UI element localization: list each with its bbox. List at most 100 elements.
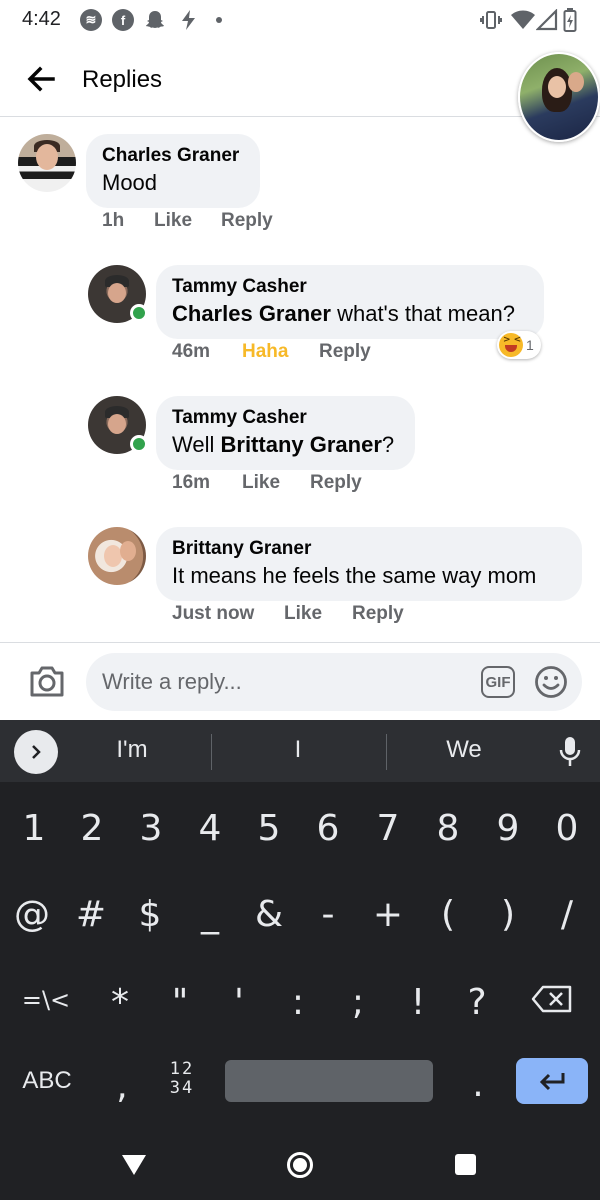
reply-composer: GIF bbox=[0, 642, 600, 720]
online-indicator bbox=[130, 304, 148, 322]
flash-icon bbox=[178, 9, 200, 31]
comment-text: Mood bbox=[102, 170, 158, 195]
suggestion-item[interactable]: We bbox=[389, 736, 539, 764]
haha-button[interactable]: Haha bbox=[242, 341, 288, 363]
avatar[interactable] bbox=[18, 134, 76, 192]
chat-head-avatar[interactable] bbox=[518, 52, 600, 142]
key-single-quote[interactable]: ' bbox=[209, 982, 269, 1023]
key-6[interactable]: 6 bbox=[298, 808, 358, 849]
comment-time: 46m bbox=[172, 341, 211, 362]
expand-toolbar-button[interactable] bbox=[14, 730, 58, 774]
comment-text: It means he feels the same way mom bbox=[172, 563, 537, 588]
spotify-icon: ≋ bbox=[80, 9, 102, 31]
camera-button[interactable] bbox=[28, 665, 66, 699]
like-button[interactable]: Like bbox=[242, 472, 280, 494]
key-period[interactable]: . bbox=[448, 1064, 508, 1105]
key-7[interactable]: 7 bbox=[358, 808, 418, 849]
comment-author[interactable]: Brittany Graner bbox=[172, 537, 566, 561]
comment-time: 16m bbox=[172, 472, 211, 493]
key-plus[interactable]: + bbox=[358, 894, 418, 935]
reply-button[interactable]: Reply bbox=[221, 210, 273, 232]
key-more-symbols[interactable]: =\< bbox=[16, 986, 76, 1014]
like-button[interactable]: Like bbox=[154, 210, 192, 232]
suggestion-divider bbox=[211, 734, 212, 770]
key-3[interactable]: 3 bbox=[121, 808, 181, 849]
comment-time: 1h bbox=[102, 210, 125, 231]
wifi-icon bbox=[510, 8, 536, 32]
like-button[interactable]: Like bbox=[284, 603, 322, 625]
comment-actions: 16m Like Reply bbox=[0, 472, 600, 498]
back-button[interactable] bbox=[24, 62, 58, 96]
comment-bubble[interactable]: Charles Graner Mood bbox=[86, 134, 260, 208]
key-at[interactable]: @ bbox=[2, 894, 62, 935]
key-close-paren[interactable]: ) bbox=[478, 894, 538, 935]
comment-bubble[interactable]: Brittany Graner It means he feels the sa… bbox=[156, 527, 582, 601]
enter-key[interactable] bbox=[516, 1058, 588, 1104]
key-dollar[interactable]: $ bbox=[120, 894, 180, 935]
key-1[interactable]: 1 bbox=[4, 808, 64, 849]
comment-actions: Just now Like Reply bbox=[0, 603, 600, 629]
key-hash[interactable]: # bbox=[61, 894, 121, 935]
key-comma[interactable]: , bbox=[92, 1066, 152, 1107]
notification-dot bbox=[216, 17, 222, 23]
backspace-key[interactable] bbox=[530, 984, 574, 1014]
system-nav-bar bbox=[0, 1130, 600, 1200]
back-arrow-icon bbox=[27, 66, 55, 92]
suggestion-item[interactable]: I'm bbox=[57, 736, 207, 764]
comment-author[interactable]: Charles Graner bbox=[102, 144, 244, 168]
nav-recents-button[interactable] bbox=[455, 1154, 476, 1175]
backspace-icon bbox=[531, 985, 572, 1013]
key-semicolon[interactable]: ; bbox=[328, 982, 388, 1023]
microphone-icon bbox=[559, 737, 581, 766]
key-open-paren[interactable]: ( bbox=[418, 894, 478, 935]
key-asterisk[interactable]: * bbox=[90, 982, 150, 1023]
key-double-quote[interactable]: " bbox=[150, 982, 210, 1023]
key-ampersand[interactable]: & bbox=[239, 894, 299, 935]
battery-icon bbox=[563, 8, 577, 32]
camera-icon bbox=[30, 666, 64, 697]
key-exclamation[interactable]: ! bbox=[388, 982, 448, 1023]
gif-button[interactable]: GIF bbox=[481, 666, 515, 698]
key-slash[interactable]: / bbox=[537, 894, 597, 935]
numpad-key[interactable]: 12 34 bbox=[160, 1060, 204, 1098]
nav-home-button[interactable] bbox=[287, 1152, 313, 1178]
reply-button[interactable]: Reply bbox=[319, 341, 371, 363]
comment-text: Charles Graner what's that mean? bbox=[172, 301, 515, 326]
suggestion-strip: I'm I We bbox=[0, 720, 600, 782]
key-question[interactable]: ? bbox=[447, 982, 507, 1023]
key-4[interactable]: 4 bbox=[180, 808, 240, 849]
comment-author[interactable]: Tammy Casher bbox=[172, 406, 399, 430]
key-colon[interactable]: : bbox=[268, 982, 328, 1023]
reply-button[interactable]: Reply bbox=[352, 603, 404, 625]
key-5[interactable]: 5 bbox=[239, 808, 299, 849]
suggestion-item[interactable]: I bbox=[223, 736, 373, 764]
snapchat-icon bbox=[144, 9, 166, 31]
avatar[interactable] bbox=[88, 527, 146, 585]
chevron-right-icon bbox=[32, 745, 41, 759]
comment-text: Well Brittany Graner? bbox=[172, 432, 395, 457]
comment-author[interactable]: Tammy Casher bbox=[172, 275, 528, 299]
comment-actions: 1h Like Reply bbox=[0, 210, 600, 236]
status-time: 4:42 bbox=[22, 8, 61, 30]
comment-bubble[interactable]: Tammy Casher Charles Graner what's that … bbox=[156, 265, 544, 339]
status-bar: 4:42 ≋ f bbox=[0, 0, 600, 42]
triangle-back-icon bbox=[122, 1155, 146, 1175]
nav-back-button[interactable] bbox=[121, 1154, 147, 1176]
key-8[interactable]: 8 bbox=[418, 808, 478, 849]
smiley-icon bbox=[535, 666, 567, 698]
emoji-button[interactable] bbox=[534, 665, 568, 699]
mention-link[interactable]: Charles Graner bbox=[172, 301, 331, 326]
mention-link[interactable]: Brittany Graner bbox=[221, 432, 382, 457]
key-0[interactable]: 0 bbox=[537, 808, 597, 849]
comment-actions: 46m Haha Reply bbox=[0, 341, 600, 367]
key-underscore[interactable]: _ bbox=[180, 894, 240, 935]
key-9[interactable]: 9 bbox=[478, 808, 538, 849]
abc-key[interactable]: ABC bbox=[14, 1067, 80, 1095]
reply-button[interactable]: Reply bbox=[310, 472, 362, 494]
comment-bubble[interactable]: Tammy Casher Well Brittany Graner? bbox=[156, 396, 415, 470]
key-minus[interactable]: - bbox=[298, 894, 358, 935]
vibrate-icon bbox=[480, 8, 502, 32]
microphone-button[interactable] bbox=[559, 736, 581, 768]
space-key[interactable] bbox=[225, 1060, 433, 1102]
key-2[interactable]: 2 bbox=[62, 808, 122, 849]
